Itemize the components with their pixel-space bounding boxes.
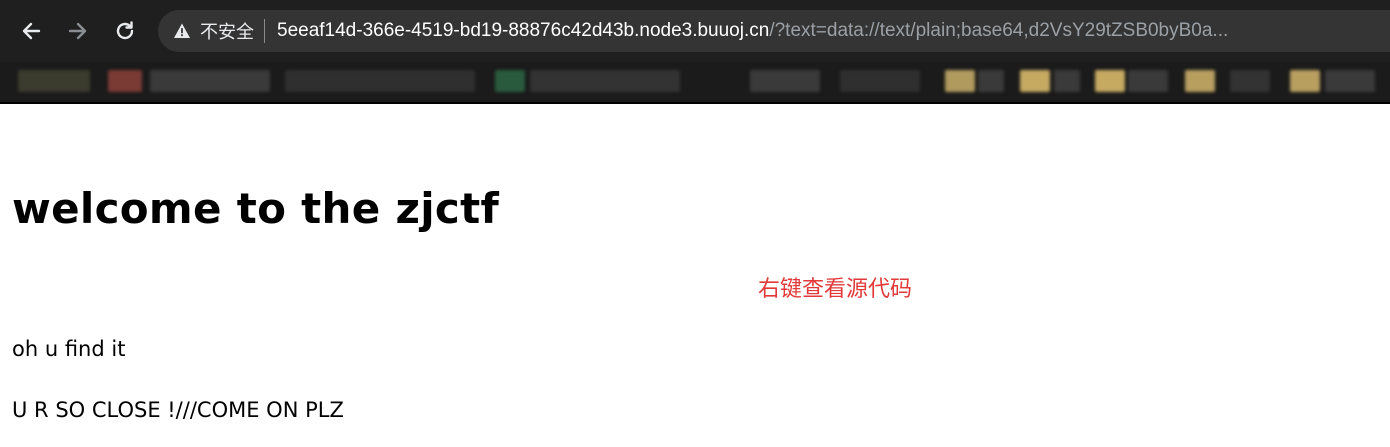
address-bar[interactable]: 不安全 5eeaf14d-366e-4519-bd19-88876c42d43b… [158,10,1390,52]
omnibox-divider [264,19,265,43]
source-hint-text: 右键查看源代码 [758,277,913,302]
bookmark-item[interactable] [978,70,1004,92]
back-button[interactable] [14,14,48,48]
paragraph-found: oh u find it [12,337,126,361]
warning-triangle-icon[interactable] [172,21,192,41]
bookmark-item[interactable] [1054,70,1080,92]
forward-button[interactable] [61,14,95,48]
bookmark-item[interactable] [945,70,975,92]
bookmark-item[interactable] [108,70,142,92]
paragraph-close: U R SO CLOSE !///COME ON PLZ [12,398,344,422]
bookmark-item[interactable] [750,70,820,92]
bookmark-item[interactable] [1325,70,1375,92]
bookmarks-bar [0,62,1390,102]
bookmark-item[interactable] [530,70,680,92]
bookmark-item[interactable] [18,70,90,92]
bookmark-item[interactable] [1290,70,1320,92]
bookmark-item[interactable] [1128,70,1168,92]
reload-button[interactable] [108,14,142,48]
bookmark-item[interactable] [1230,70,1270,92]
url-path[interactable]: /?text=data://text/plain;base64,d2VsY29t… [769,20,1228,42]
arrow-left-icon [20,20,42,42]
bookmark-item[interactable] [840,70,920,92]
security-status-label[interactable]: 不安全 [200,18,254,44]
arrow-right-icon [67,20,89,42]
page-content: welcome to the zjctf 右键查看源代码 oh u find i… [0,104,1390,447]
bookmark-item[interactable] [150,70,270,92]
browser-toolbar: 不安全 5eeaf14d-366e-4519-bd19-88876c42d43b… [0,0,1390,62]
bookmark-item[interactable] [285,70,475,92]
bookmark-item[interactable] [1020,70,1050,92]
page-title: welcome to the zjctf [12,184,500,233]
bookmark-item[interactable] [495,70,525,92]
bookmark-item[interactable] [1185,70,1215,92]
url-host[interactable]: 5eeaf14d-366e-4519-bd19-88876c42d43b.nod… [277,20,769,42]
reload-icon [114,20,136,42]
bookmark-item[interactable] [1095,70,1125,92]
